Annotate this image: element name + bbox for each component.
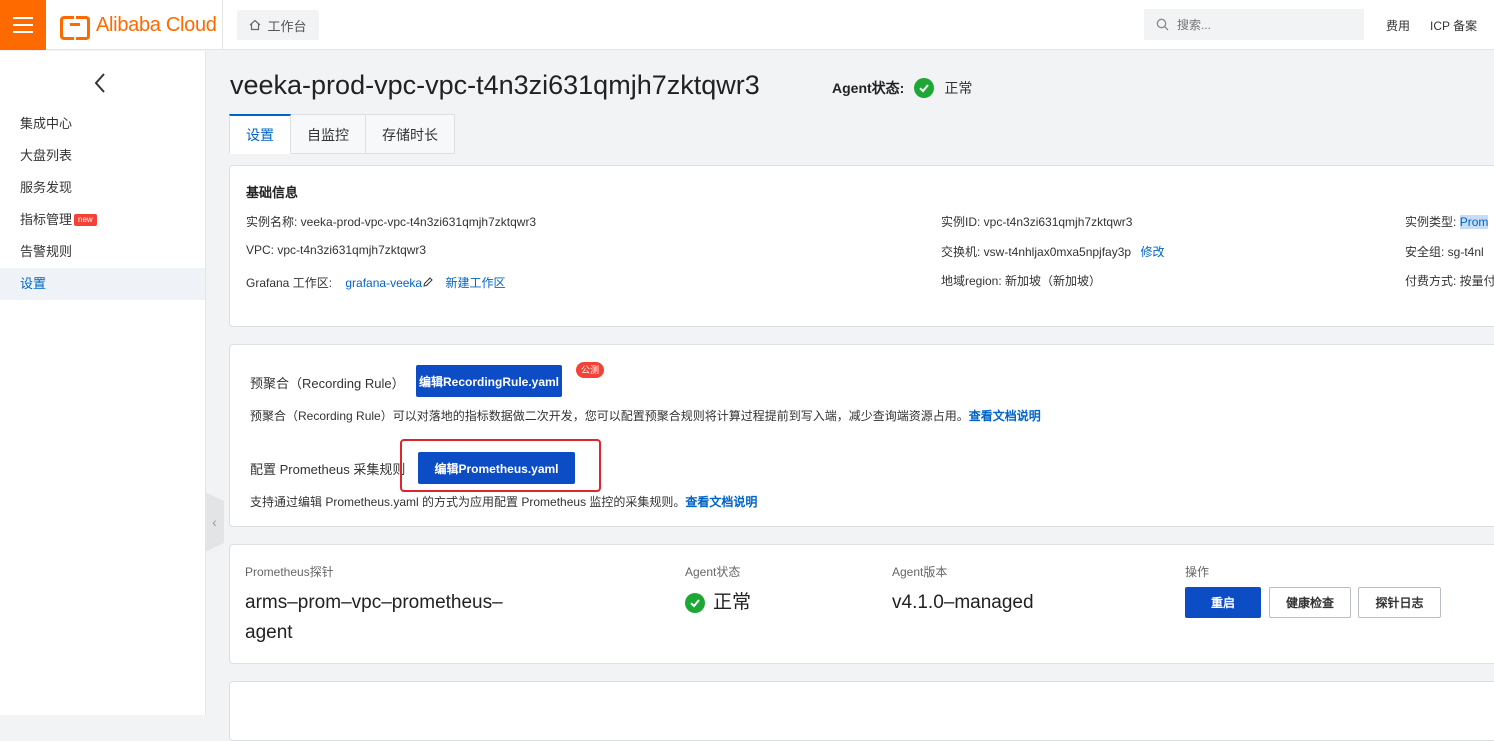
prometheus-rule-desc-text: 支持通过编辑 Prometheus.yaml 的方式为应用配置 Promethe… — [250, 495, 686, 509]
collapse-sidebar-handle[interactable]: ‹ — [205, 492, 224, 552]
vpc-value: VPC: vpc-t4n3zi631qmjh7zktqwr3 — [246, 243, 427, 257]
column-header-agent-status: Agent状态 — [685, 565, 741, 579]
beta-badge: 公测 — [576, 362, 605, 378]
top-bar: Alibaba Cloud 工作台 费用 ICP 备案 — [0, 0, 1494, 50]
alibaba-cloud-logo-icon — [60, 16, 90, 40]
modify-link[interactable]: 修改 — [1140, 245, 1164, 259]
column-header-probe: Prometheus探针 — [245, 565, 334, 579]
grafana-label: Grafana 工作区: — [246, 276, 333, 290]
tab-bar: 设置 自监控 存储时长 — [229, 114, 455, 154]
sidebar-item-label: 告警规则 — [20, 244, 73, 259]
probe-status-value: 正常 — [713, 592, 752, 613]
workbench-button[interactable]: 工作台 — [237, 10, 319, 40]
instance-id: 实例ID: vpc-t4n3zi631qmjh7zktqwr3 — [941, 215, 1133, 229]
column-header-agent-version: Agent版本 — [892, 565, 948, 579]
agent-status: Agent状态: 正常 — [832, 78, 972, 98]
sidebar: 集成中心 大盘列表 服务发现 指标管理 new 告警规则 设置 — [0, 51, 206, 715]
agent-status-label: Agent状态: — [832, 80, 905, 96]
sidebar-item-label: 大盘列表 — [20, 148, 73, 163]
page-title: veeka-prod-vpc-vpc-t4n3zi631qmjh7zktqwr3 — [230, 70, 760, 100]
instance-name: 实例名称: veeka-prod-vpc-vpc-t4n3zi631qmjh7z… — [246, 215, 537, 229]
chevron-left-icon[interactable] — [90, 71, 110, 95]
probe-log-button[interactable]: 探针日志 — [1358, 587, 1441, 618]
instance-type-label: 实例类型: — [1405, 215, 1457, 229]
recording-rule-label: 预聚合（Recording Rule） — [250, 376, 405, 391]
new-workspace-link[interactable]: 新建工作区 — [445, 276, 505, 290]
new-badge: new — [74, 214, 97, 226]
sidebar-item-service-discovery[interactable]: 服务发现 — [0, 172, 205, 204]
sidebar-item-label: 服务发现 — [20, 180, 73, 195]
search-icon — [1156, 18, 1169, 31]
prometheus-rule-label: 配置 Prometheus 采集规则 — [250, 462, 406, 477]
vswitch-value: 交换机: vsw-t4nhljax0mxa5npjfay3p — [941, 245, 1132, 259]
divider — [222, 0, 223, 50]
search-input[interactable] — [1177, 17, 1337, 32]
sidebar-item-settings[interactable]: 设置 — [0, 268, 205, 300]
doc-link[interactable]: 查看文档说明 — [685, 495, 757, 509]
probe-name-line: arms–prom–vpc–prometheus– — [245, 592, 503, 613]
check-circle-icon — [685, 593, 705, 613]
sidebar-item-alert-rules[interactable]: 告警规则 — [0, 236, 205, 268]
column-header-operations: 操作 — [1185, 565, 1210, 579]
sidebar-item-metrics[interactable]: 指标管理 new — [0, 204, 205, 236]
agent-status-value: 正常 — [944, 80, 973, 96]
edit-icon[interactable] — [422, 276, 434, 288]
restart-button[interactable]: 重启 — [1185, 587, 1261, 618]
recording-rule-desc-text: 预聚合（Recording Rule）可以对落地的指标数据做二次开发，您可以配置… — [250, 409, 969, 423]
tab-settings[interactable]: 设置 — [229, 114, 291, 154]
sidebar-item-label: 集成中心 — [20, 116, 73, 131]
rules-card: 预聚合（Recording Rule） 编辑RecordingRule.yaml… — [229, 344, 1494, 527]
instance-type-row: 实例类型: Prom — [1405, 213, 1489, 230]
vswitch-row: 交换机: vsw-t4nhljax0mxa5npjfay3p 修改 — [941, 243, 1164, 260]
highlight-box — [400, 439, 601, 492]
section-title: 基础信息 — [246, 185, 299, 200]
workbench-label: 工作台 — [267, 18, 307, 34]
basic-info-card: 基础信息 实例名称: veeka-prod-vpc-vpc-t4n3zi631q… — [229, 165, 1494, 327]
search-box[interactable] — [1144, 9, 1364, 40]
check-circle-icon — [914, 78, 935, 98]
agent-version: v4.1.0–managed — [892, 592, 1034, 613]
tab-self-monitoring[interactable]: 自监控 — [291, 114, 366, 154]
sidebar-item-integration-center[interactable]: 集成中心 — [0, 108, 205, 140]
sidebar-item-label: 指标管理 — [20, 212, 73, 227]
tab-storage-duration[interactable]: 存储时长 — [366, 114, 455, 154]
probe-status: 正常 — [685, 588, 751, 618]
edit-recording-rule-button[interactable]: 编辑RecordingRule.yaml — [416, 365, 562, 397]
brand-name: Alibaba Cloud — [96, 13, 217, 36]
grafana-row: Grafana 工作区: grafana-veeka 新建工作区 — [246, 274, 505, 291]
chevron-left-icon: ‹ — [212, 514, 217, 530]
probe-name-line: agent — [245, 622, 293, 643]
icp-link[interactable]: ICP 备案 — [1430, 17, 1477, 34]
next-card — [229, 681, 1494, 741]
sidebar-item-label: 设置 — [20, 276, 47, 291]
prometheus-rule-description: 支持通过编辑 Prometheus.yaml 的方式为应用配置 Promethe… — [250, 493, 757, 510]
security-group: 安全组: sg-t4nl — [1405, 245, 1484, 259]
grafana-workspace-link[interactable]: grafana-veeka — [345, 276, 422, 290]
home-icon — [250, 19, 261, 31]
health-check-button[interactable]: 健康检查 — [1269, 587, 1351, 618]
sidebar-item-dashboards[interactable]: 大盘列表 — [0, 140, 205, 172]
brand-logo[interactable]: Alibaba Cloud — [60, 13, 217, 40]
billing-link[interactable]: 费用 — [1386, 17, 1410, 34]
doc-link[interactable]: 查看文档说明 — [969, 409, 1041, 423]
region-value: 地域region: 新加坡（新加坡） — [941, 274, 1102, 288]
billing-method: 付费方式: 按量付 — [1405, 274, 1494, 288]
menu-icon[interactable] — [0, 0, 46, 50]
probe-name: arms–prom–vpc–prometheus– agent — [245, 588, 503, 648]
recording-rule-description: 预聚合（Recording Rule）可以对落地的指标数据做二次开发，您可以配置… — [250, 407, 1041, 424]
instance-type-value: Prom — [1459, 215, 1489, 229]
